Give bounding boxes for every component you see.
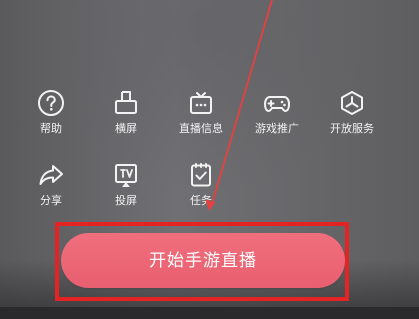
open-service-cube-icon	[341, 91, 363, 115]
menu-item-task[interactable]: 任务	[164, 161, 238, 221]
start-mobile-game-live-button[interactable]: 开始手游直播	[61, 233, 345, 288]
menu-item-landscape[interactable]: 横屏	[89, 89, 163, 149]
help-circle-icon	[38, 90, 64, 116]
menu-item-label: 开放服务	[330, 123, 374, 135]
landscape-screen-icon	[115, 91, 137, 114]
screen-cast-icon	[115, 164, 137, 187]
menu-item-label: 游戏推广	[255, 123, 299, 135]
menu-item-label: 任务	[190, 195, 212, 207]
bottom-bar	[0, 307, 419, 319]
live-settings-screen: 帮助 横屏 直播信息 游戏推广 开放服务 分享 投屏 任务 开始手游直播	[0, 0, 419, 319]
menu-item-label: 直播信息	[179, 123, 223, 135]
menu-item-game-promo[interactable]: 游戏推广	[240, 89, 314, 149]
menu-item-live-info[interactable]: 直播信息	[164, 89, 238, 149]
task-checklist-icon	[191, 162, 211, 187]
menu-item-label: 横屏	[115, 123, 137, 135]
gamepad-icon	[264, 96, 290, 112]
menu-item-cast[interactable]: 投屏	[89, 161, 163, 221]
menu-item-open-service[interactable]: 开放服务	[315, 89, 389, 149]
menu-item-share[interactable]: 分享	[14, 161, 88, 221]
tv-info-icon	[190, 92, 212, 114]
menu-item-label: 分享	[40, 195, 62, 207]
share-arrow-icon	[39, 165, 63, 185]
menu-item-label: 投屏	[115, 195, 137, 207]
menu-item-help[interactable]: 帮助	[14, 89, 88, 149]
menu-item-label: 帮助	[40, 123, 62, 135]
